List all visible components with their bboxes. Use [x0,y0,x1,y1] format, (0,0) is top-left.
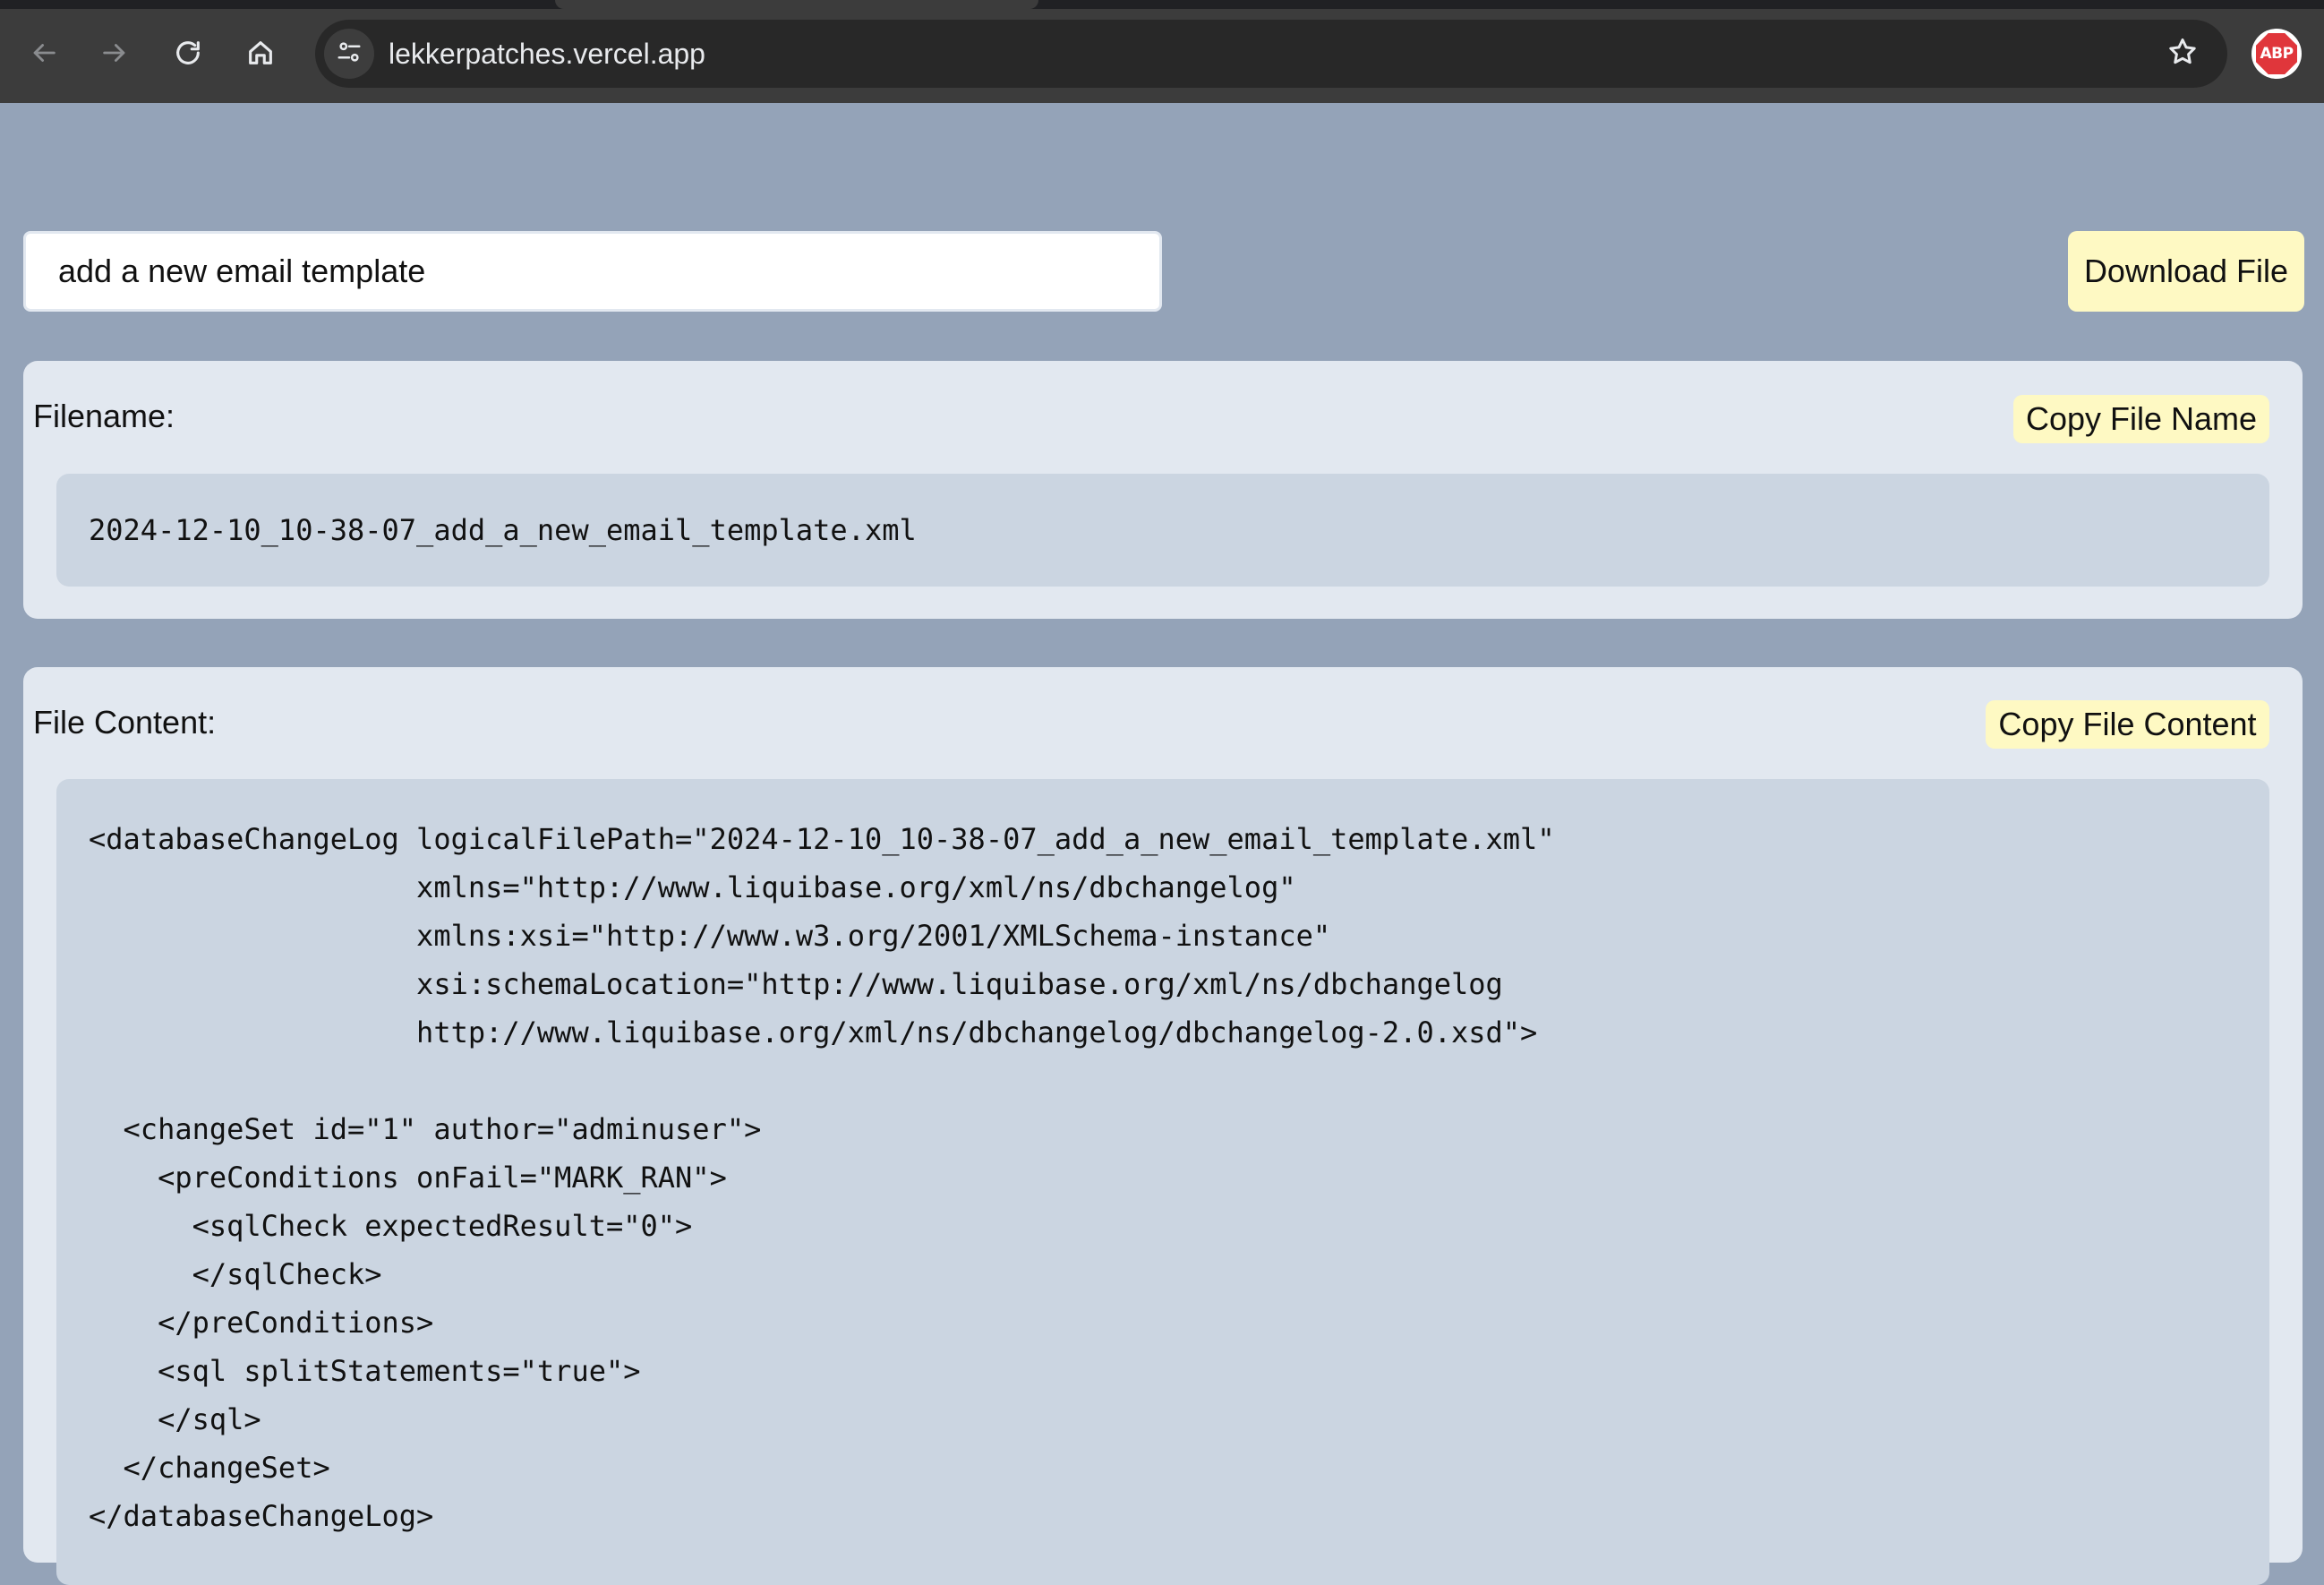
filename-value: 2024-12-10_10-38-07_add_a_new_email_temp… [56,474,2269,587]
file-content-code: <databaseChangeLog logicalFilePath="2024… [56,779,2269,1585]
url-text[interactable]: lekkerpatches.vercel.app [389,20,705,88]
file-content-label: File Content: [33,704,217,741]
copy-file-content-button[interactable]: Copy File Content [1986,700,2269,749]
adblock-plus-extension[interactable]: ABP [2251,29,2302,79]
copy-file-name-button[interactable]: Copy File Name [2013,395,2269,443]
reload-button[interactable] [160,25,216,81]
download-file-button[interactable]: Download File [2068,231,2304,312]
home-icon [245,38,276,68]
forward-arrow-icon [99,38,130,68]
forward-button[interactable] [87,25,142,81]
reload-icon [173,38,203,68]
adblock-plus-icon: ABP [2256,33,2297,74]
tab-strip [0,0,2324,9]
home-button[interactable] [233,25,288,81]
extension-label: ABP [2260,45,2294,63]
filename-label: Filename: [33,398,175,434]
back-arrow-icon [29,38,59,68]
bookmark-button[interactable] [2157,29,2208,79]
site-settings-icon [336,39,363,70]
back-button[interactable] [16,25,72,81]
browser-toolbar: lekkerpatches.vercel.app ABP [0,0,2324,103]
address-bar[interactable]: lekkerpatches.vercel.app [315,20,2227,88]
site-info-button[interactable] [324,29,374,79]
star-icon [2166,36,2199,73]
active-tab[interactable] [555,0,1038,9]
prompt-input[interactable] [23,231,1162,312]
